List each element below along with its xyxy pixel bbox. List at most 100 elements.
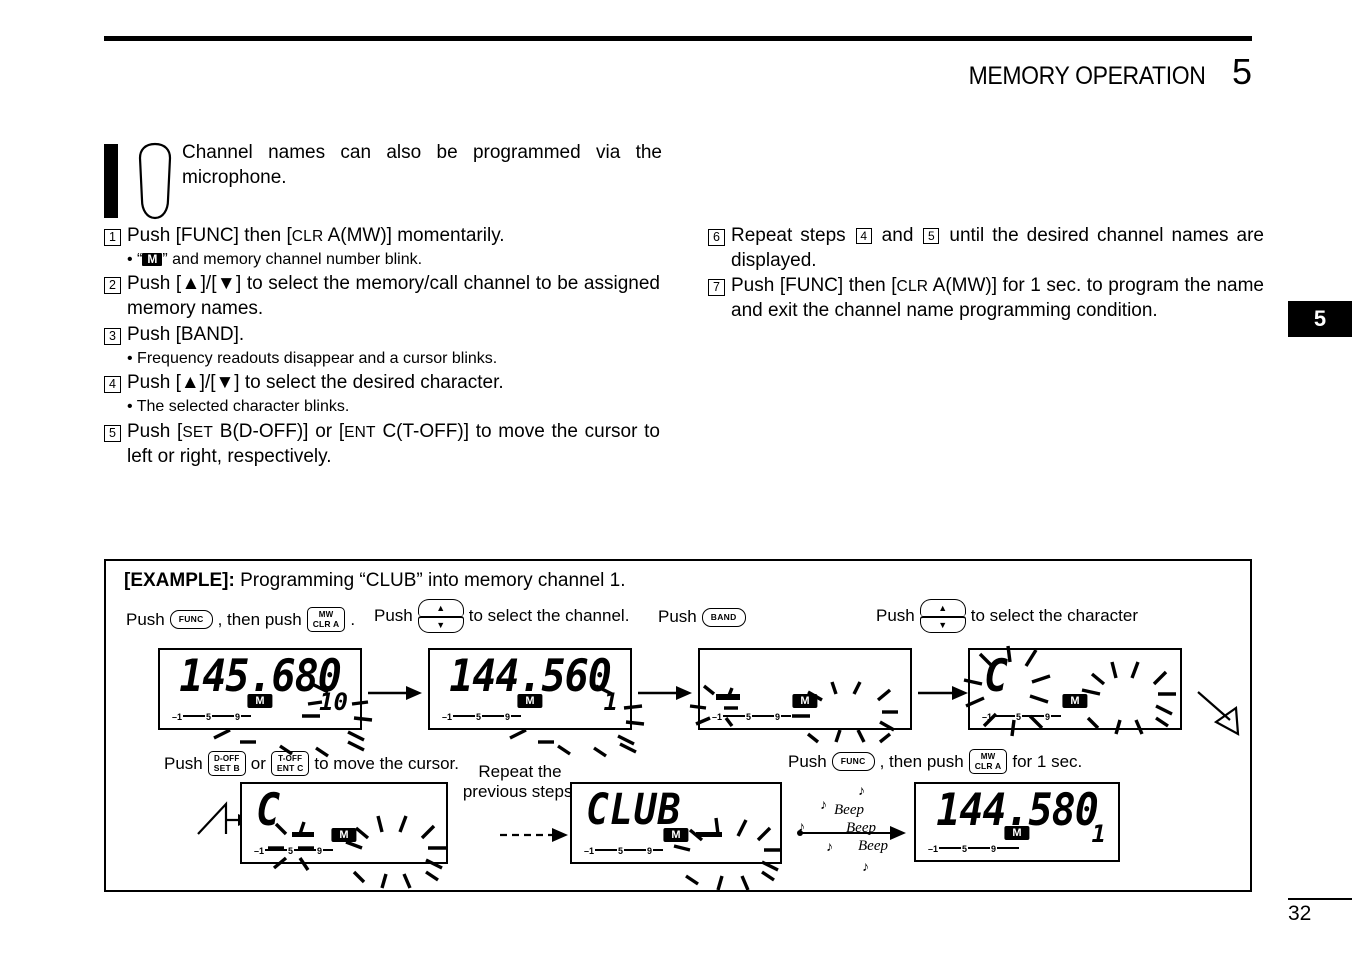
step-5: 5 Push [SET B(D-OFF)] or [ENT C(T-OFF)] …	[104, 420, 660, 469]
step-1-text-b: A(MW)] momentarily.	[323, 225, 505, 246]
lcd-2-smeter: –1 5 9	[442, 712, 522, 722]
lcd-3-smeter: –1 5 9	[712, 712, 792, 722]
caption-for-1-sec: for 1 sec.	[1012, 751, 1083, 771]
key-ent-c[interactable]: T-OFF ENT C	[270, 751, 310, 776]
music-note-icon-2: ♪	[820, 796, 827, 812]
bullet-post: ” and memory channel number blink.	[162, 250, 423, 268]
repeat-previous-steps-label: Repeat the previous steps.	[462, 762, 578, 802]
lcd-display-4: C –159 M 1	[968, 648, 1182, 730]
key-clr-a-label: CLR A	[974, 760, 1002, 771]
key-func-label: FUNC	[840, 756, 866, 767]
lcd-5-smeter: –1 5 9	[254, 846, 334, 856]
lcd-display-7: 144.580 –1 5 9 M 1	[914, 782, 1120, 862]
lcd-6-cursor	[696, 832, 722, 837]
lcd-4-smeter: –1 5 9	[982, 712, 1062, 722]
flow-arrow-wrap-down	[1197, 691, 1240, 736]
step-text: Push [▲]/[▼] to select the memory/call c…	[127, 273, 660, 320]
key-mw-clr-a[interactable]: MW CLR A	[306, 607, 346, 632]
step-5-text-a: Push [	[127, 420, 183, 442]
lcd-2-channel-number: 1	[603, 688, 618, 716]
steps-left-column: 1 Push [FUNC] then [CLR A(MW)] momentari…	[104, 224, 660, 470]
step-1-text-a: Push [FUNC] then [	[127, 225, 292, 246]
caption-push-4: Push	[876, 606, 915, 625]
note-accent-bar	[104, 144, 118, 218]
step-number: 5	[104, 424, 121, 442]
key-updown-rocker-1[interactable]: ▲ ▼	[417, 599, 464, 633]
caption-step5: Push D-OFF SET B or T-OFF ENT C to move …	[164, 751, 459, 776]
key-set-b[interactable]: D-OFF SET B	[207, 751, 246, 776]
key-func-label: FUNC	[178, 614, 204, 625]
caption-push-1: Push	[126, 609, 165, 629]
example-label: [EXAMPLE]:	[124, 570, 235, 591]
lcd-display-5: C –159 M 1	[240, 782, 448, 864]
example-title: [EXAMPLE]: Programming “CLUB” into memor…	[124, 570, 626, 592]
music-note-icon-4: ♪	[826, 838, 833, 854]
lcd-1-memory-tag: M	[247, 694, 273, 708]
key-mw-clr-a-2[interactable]: MW CLR A	[968, 749, 1008, 774]
step-3-bullet: • Frequency readouts disappear and a cur…	[127, 349, 498, 367]
beep-word-2: Beep	[846, 820, 876, 836]
key-down-arrow[interactable]: ▼	[417, 616, 464, 633]
key-band-label: BAND	[710, 611, 737, 622]
chapter-title: MEMORY OPERATION	[969, 62, 1206, 90]
lcd-5-character: C	[256, 784, 283, 837]
caption-step7: Push FUNC , then push MW CLR A for 1 sec…	[788, 749, 1082, 774]
lcd-display-6: CLUB –159 M 1	[570, 782, 782, 864]
lcd-2-memory-tag: M	[517, 694, 543, 708]
step-7-smallcaps: CLR	[896, 278, 929, 296]
flow-arrow-2	[638, 686, 692, 700]
step-2: 2 Push [▲]/[▼] to select the memory/call…	[104, 272, 660, 321]
key-d-off-label: D-OFF	[214, 753, 240, 763]
note-text: Channel names can also be programmed via…	[182, 142, 662, 189]
footer-rule	[1288, 898, 1352, 900]
lcd-7-memory-tag: M	[1004, 826, 1030, 840]
chapter-side-tab: 5	[1288, 301, 1352, 337]
step-5-smallcaps-set: SET	[182, 423, 214, 441]
step-number: 4	[104, 376, 121, 394]
caption-push-2: Push	[374, 606, 413, 625]
lcd-4-memory-tag: M	[1062, 694, 1088, 708]
step-text: Push [SET B(D-OFF)] or [ENT C(T-OFF)] to…	[127, 420, 660, 469]
page-header: MEMORY OPERATION 5	[948, 54, 1252, 91]
caption-then-push-2: , then push	[879, 751, 964, 771]
step-1: 1 Push [FUNC] then [CLR A(MW)] momentari…	[104, 224, 660, 249]
music-note-icon-3: ♪	[798, 818, 805, 834]
lcd-display-1: 145.680 –1 5 9 M 10	[158, 648, 362, 730]
key-t-off-label: T-OFF	[278, 753, 303, 763]
key-up-arrow[interactable]: ▲	[919, 599, 966, 616]
step-3: 3 Push [BAND].	[104, 323, 660, 348]
caption-push-6: Push	[788, 751, 827, 771]
key-set-b-label: SET B	[213, 762, 240, 773]
steps-right-column: 6 Repeat steps 4 and 5 until the desired…	[708, 224, 1264, 325]
flow-arrow-1	[368, 686, 422, 700]
caption-push-3: Push	[658, 607, 697, 626]
key-func-2[interactable]: FUNC	[831, 752, 875, 771]
bullet-pre: • “	[127, 250, 143, 268]
note-block: Channel names can also be programmed via…	[104, 140, 664, 220]
lcd-1-smeter: –1 5 9	[172, 712, 252, 722]
caption-period-1: .	[350, 609, 356, 629]
key-updown-rocker-2[interactable]: ▲ ▼	[919, 599, 966, 633]
key-clr-a-label: CLR A	[312, 618, 340, 629]
lcd-4-character: C	[984, 650, 1011, 703]
lcd-3-memory-tag: M	[792, 694, 818, 708]
step-7: 7 Push [FUNC] then [CLR A(MW)] for 1 sec…	[708, 274, 1264, 323]
caption-select-channel: to select the channel.	[468, 606, 630, 625]
key-down-arrow[interactable]: ▼	[919, 616, 966, 633]
step-ref-5: 5	[923, 228, 940, 244]
lcd-7-smeter: –1 5 9	[928, 844, 1020, 854]
step-text: Push [BAND].	[127, 323, 245, 345]
key-up-arrow[interactable]: ▲	[417, 599, 464, 616]
key-func[interactable]: FUNC	[169, 610, 213, 629]
key-mw-label: MW	[980, 751, 996, 761]
caption-step4: Push ▲ ▼ to select the character	[876, 599, 1138, 633]
step-7-text-a: Push [FUNC] then [	[731, 275, 897, 297]
key-band[interactable]: BAND	[701, 607, 746, 627]
flow-arrow-3	[918, 686, 968, 700]
caption-push-5: Push	[164, 753, 203, 773]
lcd-7-channel-number: 1	[1091, 820, 1106, 848]
caption-step2: Push ▲ ▼ to select the channel.	[374, 599, 629, 633]
lcd-display-3: –159 M 1	[698, 648, 912, 730]
step-6-text-a: Repeat steps	[731, 225, 854, 246]
step-6: 6 Repeat steps 4 and 5 until the desired…	[708, 224, 1264, 273]
